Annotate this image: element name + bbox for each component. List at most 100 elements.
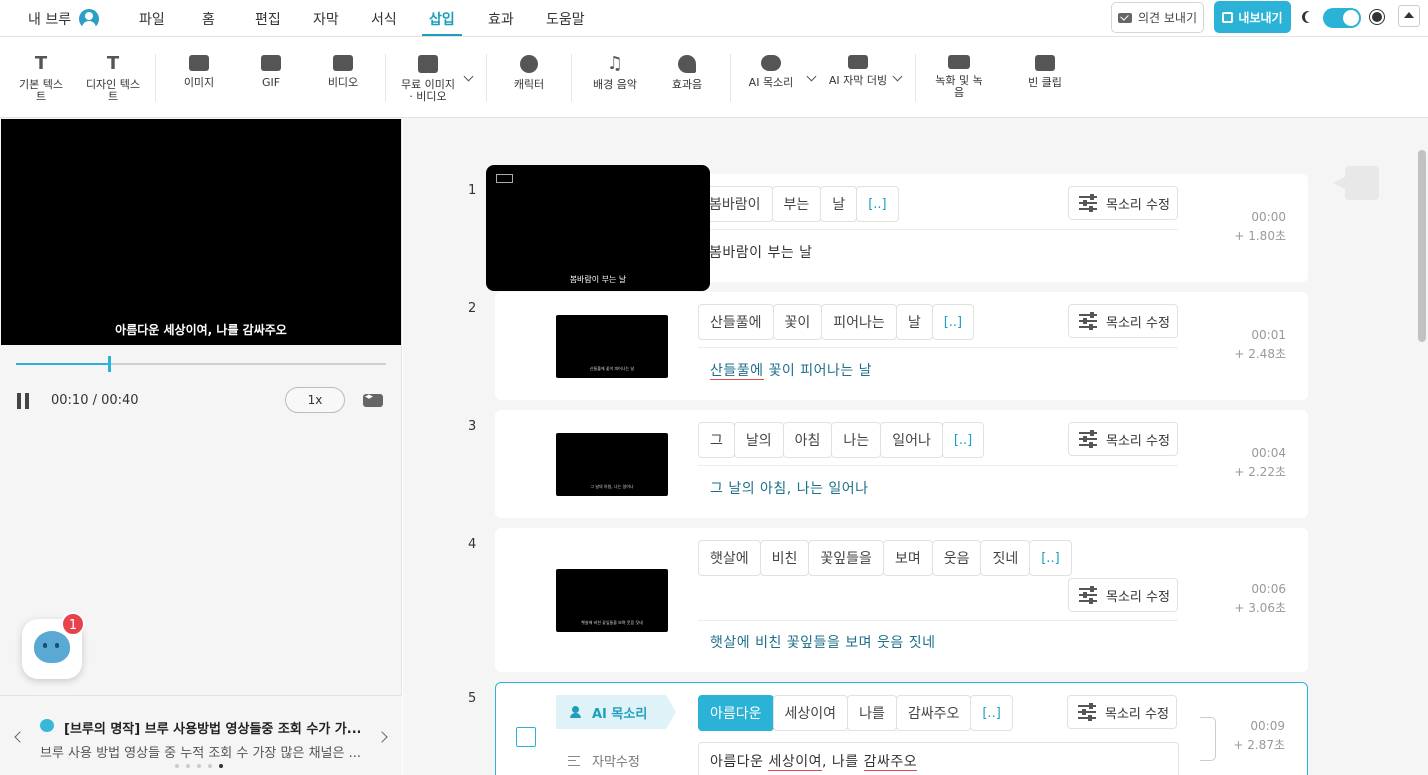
misspelled-word[interactable]: 산들풀에: [710, 363, 764, 380]
scene-card[interactable]: 산들풀에 꽃이 피어나는 날 산들풀에 꽃이 피어나는 날 [..] 목소리 수…: [495, 292, 1308, 400]
scene-thumbnail[interactable]: 햇살에 비친 꽃잎들을 보며 웃음 짓네: [556, 569, 668, 632]
more-chip[interactable]: [..]: [941, 422, 985, 458]
word-chip[interactable]: 피어나는: [821, 304, 897, 340]
word-chip[interactable]: 세상이여: [772, 695, 849, 731]
voice-edit-button[interactable]: 목소리 수정: [1068, 578, 1178, 612]
notice-title[interactable]: [브루의 명작] 브루 사용방법 영상들중 조회 수가 가...: [40, 718, 360, 737]
playback-speed-button[interactable]: 1x: [285, 387, 345, 413]
menu-subtitle[interactable]: 자막: [313, 9, 339, 29]
word-chip[interactable]: 산들풀에: [698, 304, 774, 340]
misspelled-word[interactable]: 세상이여: [768, 754, 823, 771]
video-tool[interactable]: 비디오: [326, 55, 360, 89]
theme-toggle[interactable]: [1323, 8, 1361, 28]
subtitle-edit-tab[interactable]: 자막수정: [568, 751, 640, 770]
gif-tool[interactable]: GIF: [255, 55, 287, 89]
menu-insert[interactable]: 삽입: [429, 9, 455, 29]
video-preview[interactable]: 아름다운 세상이여, 나를 감싸주오: [1, 119, 401, 345]
menu-effects[interactable]: 효과: [488, 9, 514, 29]
comment-icon[interactable]: [1333, 166, 1379, 200]
user-avatar-icon[interactable]: [79, 9, 100, 29]
chevron-left-icon[interactable]: [14, 731, 26, 743]
scene-thumbnail[interactable]: 산들풀에 꽃이 피어나는 날: [556, 315, 668, 378]
word-chip-selected[interactable]: 아름다운: [698, 695, 774, 731]
image-tool[interactable]: 이미지: [178, 55, 220, 89]
scene-checkbox[interactable]: [516, 727, 536, 747]
more-chip[interactable]: [..]: [931, 304, 975, 340]
sound-effect-tool[interactable]: 효과음: [668, 55, 706, 91]
basic-text-tool[interactable]: T 기본 텍스트: [14, 55, 68, 103]
design-text-tool[interactable]: T 디자인 텍스트: [82, 55, 144, 103]
word-chip[interactable]: 날의: [733, 422, 784, 458]
menu-help[interactable]: 도움말: [546, 9, 585, 29]
record-tool[interactable]: 녹화 및 녹음: [931, 55, 987, 99]
subtitle-text[interactable]: 햇살에 비친 꽃잎들을 보며 웃음 짓네: [710, 632, 935, 652]
word-chip[interactable]: 나는: [831, 422, 882, 458]
voice-edit-button[interactable]: 목소리 수정: [1067, 695, 1177, 729]
scene-card-selected[interactable]: AI 목소리 자막수정 아름다운 세상이여 나를 감싸주오 [..] 목소리 수…: [495, 682, 1308, 775]
more-chip[interactable]: [..]: [970, 695, 1013, 731]
collapse-ribbon-button[interactable]: [1398, 5, 1420, 27]
more-chip[interactable]: [..]: [1029, 540, 1072, 576]
carousel-dot[interactable]: [175, 764, 179, 768]
menu-format[interactable]: 서식: [371, 9, 397, 29]
word-chip[interactable]: 꽃이: [772, 304, 823, 340]
word-chip[interactable]: 웃음: [931, 540, 982, 576]
scene-card[interactable]: 햇살에 비친 꽃잎들을 보며 웃음 짓네 햇살에 비친 꽃잎들을 보며 웃음 짓…: [495, 528, 1308, 672]
fit-screen-icon[interactable]: [363, 392, 383, 407]
ai-voice-tool[interactable]: AI 목소리: [747, 55, 795, 89]
word-chip[interactable]: 보며: [882, 540, 933, 576]
blank-clip-tool[interactable]: 빈 클립: [1026, 55, 1064, 89]
chevron-down-icon[interactable]: [806, 71, 817, 82]
ai-dubbing-tool[interactable]: AI 자막 더빙: [828, 55, 888, 87]
chevron-down-icon[interactable]: [463, 71, 474, 82]
subtitle-text[interactable]: 봄바람이 부는 날: [709, 242, 813, 262]
subtitle-text[interactable]: 그 날의 아침, 나는 일어나: [710, 478, 869, 498]
misspelled-word[interactable]: 감싸주오: [863, 754, 918, 771]
word-chip[interactable]: 감싸주오: [895, 695, 972, 731]
scrollbar[interactable]: [1418, 150, 1426, 342]
subtitle-text[interactable]: 산들풀에 꽃이 피어나는 날: [710, 360, 872, 380]
carousel-dot[interactable]: [208, 764, 212, 768]
word-chip[interactable]: 날: [895, 304, 933, 340]
scene-thumbnail-enlarged[interactable]: 봄바람이 부는 날: [486, 165, 710, 291]
preview-caption: 아름다운 세상이여, 나를 감싸주오: [115, 323, 287, 337]
voice-edit-button[interactable]: 목소리 수정: [1068, 186, 1178, 220]
carousel-dot[interactable]: [186, 764, 190, 768]
link-icon[interactable]: [1200, 717, 1216, 761]
menu-file[interactable]: 파일: [139, 9, 165, 29]
word-chip[interactable]: 일어나: [880, 422, 943, 458]
subtitle-input[interactable]: 아름다운 세상이여, 나를 감싸주오: [698, 742, 1179, 775]
word-chip[interactable]: 짓네: [980, 540, 1031, 576]
carousel-dot[interactable]: [219, 764, 223, 768]
word-chip[interactable]: 봄바람이: [705, 186, 773, 222]
character-tool[interactable]: 캐릭터: [511, 55, 547, 91]
voice-edit-button[interactable]: 목소리 수정: [1068, 304, 1178, 338]
word-chip[interactable]: 아침: [782, 422, 833, 458]
menu-home[interactable]: 홈: [202, 9, 215, 29]
word-chip[interactable]: 꽃잎들을: [808, 540, 884, 576]
ai-voice-tag[interactable]: AI 목소리: [556, 695, 676, 729]
scene-card[interactable]: 그 날의 아침, 나는 일어나 그 날의 아침 나는 일어나 [..] 목소리 …: [495, 410, 1308, 518]
word-chip[interactable]: 햇살에: [698, 540, 761, 576]
notice-body[interactable]: 브루 사용 방법 영상들 중 누적 조회 수 가장 많은 채널은 ...: [40, 742, 360, 761]
feedback-button[interactable]: 의견 보내기: [1111, 2, 1204, 33]
chevron-right-icon[interactable]: [376, 731, 388, 743]
pause-icon[interactable]: [16, 393, 30, 409]
voice-edit-button[interactable]: 목소리 수정: [1068, 422, 1178, 456]
word-chip[interactable]: 부는: [771, 186, 822, 222]
word-chip[interactable]: 날: [820, 186, 858, 222]
menu-edit[interactable]: 편집: [255, 9, 281, 29]
my-vrew-button[interactable]: 내 브루: [28, 9, 100, 29]
free-media-tool[interactable]: 무료 이미지 · 비디오: [400, 55, 456, 103]
seek-handle[interactable]: [107, 356, 111, 372]
chevron-down-icon[interactable]: [892, 71, 903, 82]
word-chip[interactable]: 비친: [759, 540, 810, 576]
seek-bar[interactable]: [16, 356, 386, 372]
carousel-dot[interactable]: [197, 764, 201, 768]
more-chip[interactable]: [..]: [856, 186, 899, 222]
word-chip[interactable]: 그: [698, 422, 735, 458]
export-button[interactable]: 내보내기: [1214, 1, 1291, 33]
scene-thumbnail[interactable]: 그 날의 아침, 나는 일어나: [556, 433, 668, 496]
word-chip[interactable]: 나를: [847, 695, 897, 731]
background-music-tool[interactable]: ♫ 배경 음악: [591, 55, 639, 91]
